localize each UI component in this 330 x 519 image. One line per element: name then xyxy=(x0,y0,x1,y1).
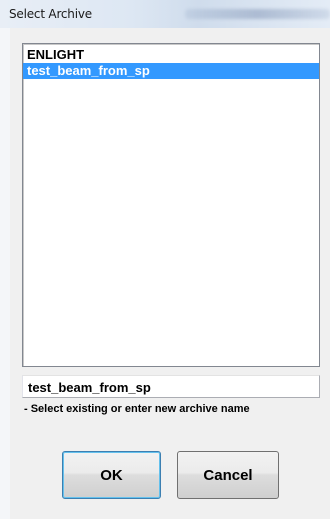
title-bar[interactable]: Select Archive xyxy=(0,0,330,28)
list-item-enlight[interactable]: ENLIGHT xyxy=(23,47,319,63)
archive-name-input[interactable] xyxy=(22,375,320,398)
hint-text: - Select existing or enter new archive n… xyxy=(24,403,250,415)
blurred-background-title xyxy=(185,9,330,19)
archive-listbox[interactable]: ENLIGHT test_beam_from_sp xyxy=(22,43,320,367)
cancel-button[interactable]: Cancel xyxy=(177,451,279,499)
window-title: Select Archive xyxy=(9,7,92,21)
ok-button[interactable]: OK xyxy=(62,451,161,499)
list-item-test-beam-from-sp[interactable]: test_beam_from_sp xyxy=(23,63,319,79)
